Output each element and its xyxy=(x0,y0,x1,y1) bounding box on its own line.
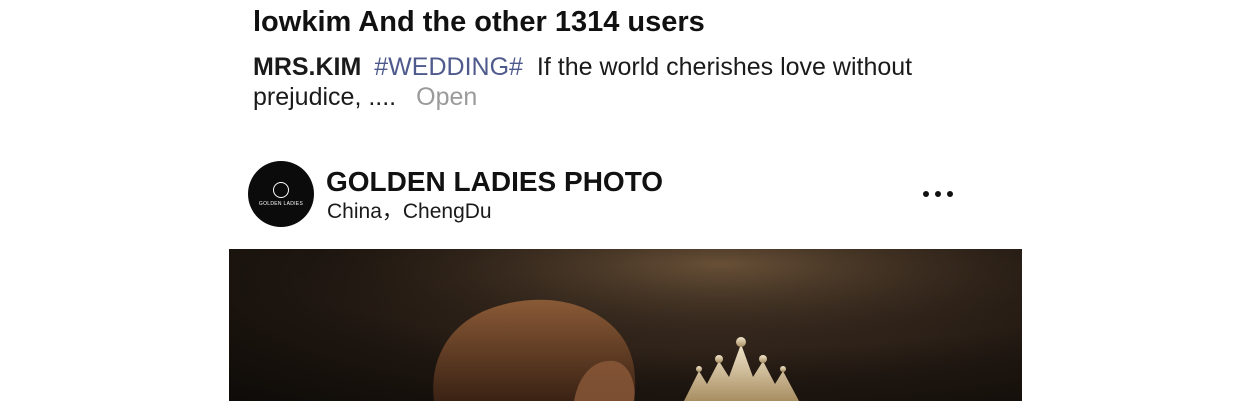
post-header: GOLDEN LADIES GOLDEN LADIES PHOTO China，… xyxy=(248,161,960,229)
dot xyxy=(923,191,929,197)
caption-open-link[interactable]: Open xyxy=(416,83,477,111)
avatar[interactable]: GOLDEN LADIES xyxy=(248,161,314,227)
caption-text-line2: prejudice, .... xyxy=(253,83,397,111)
caption-hashtag[interactable]: #WEDDING# xyxy=(374,53,523,81)
dot xyxy=(935,191,941,197)
caption-text-line1: If the world cherishes love without xyxy=(536,53,913,81)
post-caption: MRS.KIM #WEDDING# If the world cherishes … xyxy=(253,52,933,112)
post-image[interactable] xyxy=(229,249,1022,401)
dot xyxy=(947,191,953,197)
post-location[interactable]: China，ChengDu xyxy=(327,199,492,225)
likes-summary[interactable]: lowkim And the other 1314 users xyxy=(253,4,705,40)
avatar-logo-text: GOLDEN LADIES xyxy=(258,200,304,207)
logo-icon xyxy=(273,181,289,198)
post-image-art xyxy=(229,249,1022,401)
caption-author[interactable]: MRS.KIM xyxy=(253,53,361,81)
account-name[interactable]: GOLDEN LADIES PHOTO xyxy=(326,165,663,199)
feed: lowkim And the other 1314 users MRS.KIM … xyxy=(0,0,1250,401)
more-options-icon[interactable] xyxy=(923,188,953,200)
